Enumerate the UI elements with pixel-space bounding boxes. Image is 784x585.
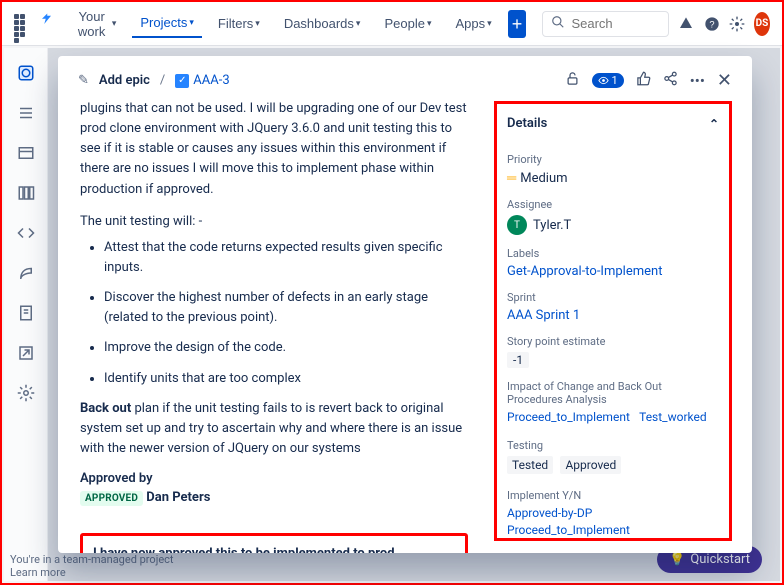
nav-dashboards[interactable]: Dashboards▾ [276, 10, 369, 37]
story-icon: ✓ [175, 74, 189, 88]
backlog-icon[interactable] [15, 102, 37, 124]
storypoints-value[interactable]: -1 [507, 352, 529, 368]
more-icon[interactable]: ••• [690, 72, 705, 90]
roadmap-icon[interactable] [15, 62, 37, 84]
labels-label: Labels [507, 247, 719, 260]
pages-icon[interactable] [15, 302, 37, 324]
details-title: Details [507, 116, 547, 131]
jira-logo-icon[interactable] [39, 12, 57, 35]
testing-label: Testing [507, 439, 719, 452]
project-sidebar [4, 48, 48, 581]
nav-filters[interactable]: Filters▾ [210, 10, 268, 37]
impact-label: Impact of Change and Back Out Procedures… [507, 380, 719, 406]
impact-value[interactable]: Test_worked [639, 410, 707, 424]
implement-value[interactable]: Proceed_to_Implement [507, 523, 630, 537]
assignee-label: Assignee [507, 198, 719, 211]
highlighted-comment: I have now approved this to be implement… [80, 533, 468, 553]
approved-by-label: Approved by [80, 471, 468, 486]
project-settings-icon[interactable] [15, 382, 37, 404]
nav-projects[interactable]: Projects▾ [132, 9, 202, 38]
testing-value[interactable]: Approved [560, 456, 621, 474]
description-paragraph: Back out plan if the unit testing fails … [80, 399, 468, 459]
search-input[interactable] [542, 11, 669, 37]
impact-value[interactable]: Proceed_to_Implement [507, 410, 630, 424]
description-paragraph: The unit testing will: - [80, 212, 468, 232]
svg-text:?: ? [709, 19, 714, 29]
implement-label: Implement Y/N [507, 489, 719, 502]
testing-value[interactable]: Tested [507, 456, 553, 474]
priority-medium-icon: ═ [507, 170, 514, 186]
top-nav: Your work▾ Projects▾ Filters▾ Dashboards… [2, 2, 782, 46]
sprint-label: Sprint [507, 291, 719, 304]
description-bullet: Discover the highest number of defects i… [104, 288, 468, 328]
label-value[interactable]: Get-Approval-to-Implement [507, 264, 719, 279]
nav-people[interactable]: People▾ [376, 10, 439, 37]
approval-row: APPROVED Dan Peters [80, 490, 468, 505]
details-panel: Details ⌃ Priority ═ Medium Assignee T T… [494, 101, 732, 541]
issue-header: ✎ Add epic / ✓ AAA-3 1 ••• ✕ [58, 56, 752, 99]
breadcrumb: ✎ Add epic / ✓ AAA-3 [78, 73, 230, 88]
settings-icon[interactable] [728, 11, 745, 37]
implement-value[interactable]: Approved-by-DP [507, 506, 592, 520]
storypoints-label: Story point estimate [507, 335, 719, 348]
add-epic-link[interactable]: Add epic [99, 73, 150, 88]
description-paragraph: plugins that can not be used. I will be … [80, 99, 468, 200]
assignee-field[interactable]: T Tyler.T [507, 215, 719, 235]
board-icon[interactable] [15, 142, 37, 164]
issue-key-link[interactable]: ✓ AAA-3 [175, 73, 229, 88]
assignee-avatar-icon: T [507, 215, 527, 235]
issue-modal: ✎ Add epic / ✓ AAA-3 1 ••• ✕ [58, 56, 752, 553]
releases-icon[interactable] [15, 262, 37, 284]
issue-content: plugins that can not be used. I will be … [58, 99, 490, 553]
watch-button[interactable]: 1 [592, 73, 624, 88]
project-type-hint: You're in a team-managed project Learn m… [10, 553, 174, 579]
approver-name: Dan Peters [146, 490, 210, 505]
close-icon[interactable]: ✕ [717, 70, 732, 91]
search-icon [551, 15, 565, 33]
columns-icon[interactable] [15, 182, 37, 204]
lightbulb-icon: 💡 [669, 552, 685, 567]
code-icon[interactable] [15, 222, 37, 244]
priority-field[interactable]: ═ Medium [507, 170, 719, 186]
edit-icon[interactable]: ✎ [78, 73, 89, 88]
nav-apps[interactable]: Apps▾ [447, 10, 499, 37]
share-icon[interactable] [663, 71, 678, 90]
notifications-icon[interactable] [677, 11, 694, 37]
create-button[interactable]: + [508, 10, 527, 38]
description-bullet: Attest that the code returns expected re… [104, 238, 468, 278]
priority-label: Priority [507, 153, 719, 166]
description-bullet: Identify units that are too complex [104, 369, 468, 389]
approved-badge: APPROVED [80, 491, 143, 506]
help-icon[interactable]: ? [703, 11, 720, 37]
collapse-icon[interactable]: ⌃ [709, 117, 719, 131]
like-icon[interactable] [636, 71, 651, 90]
description-bullet: Improve the design of the code. [104, 338, 468, 358]
shortcut-icon[interactable] [15, 342, 37, 364]
nav-your-work[interactable]: Your work▾ [65, 3, 124, 45]
sprint-value[interactable]: AAA Sprint 1 [507, 308, 719, 323]
lock-icon[interactable] [565, 71, 580, 90]
profile-avatar[interactable]: DS [754, 12, 770, 36]
app-switcher-icon[interactable] [14, 14, 27, 34]
